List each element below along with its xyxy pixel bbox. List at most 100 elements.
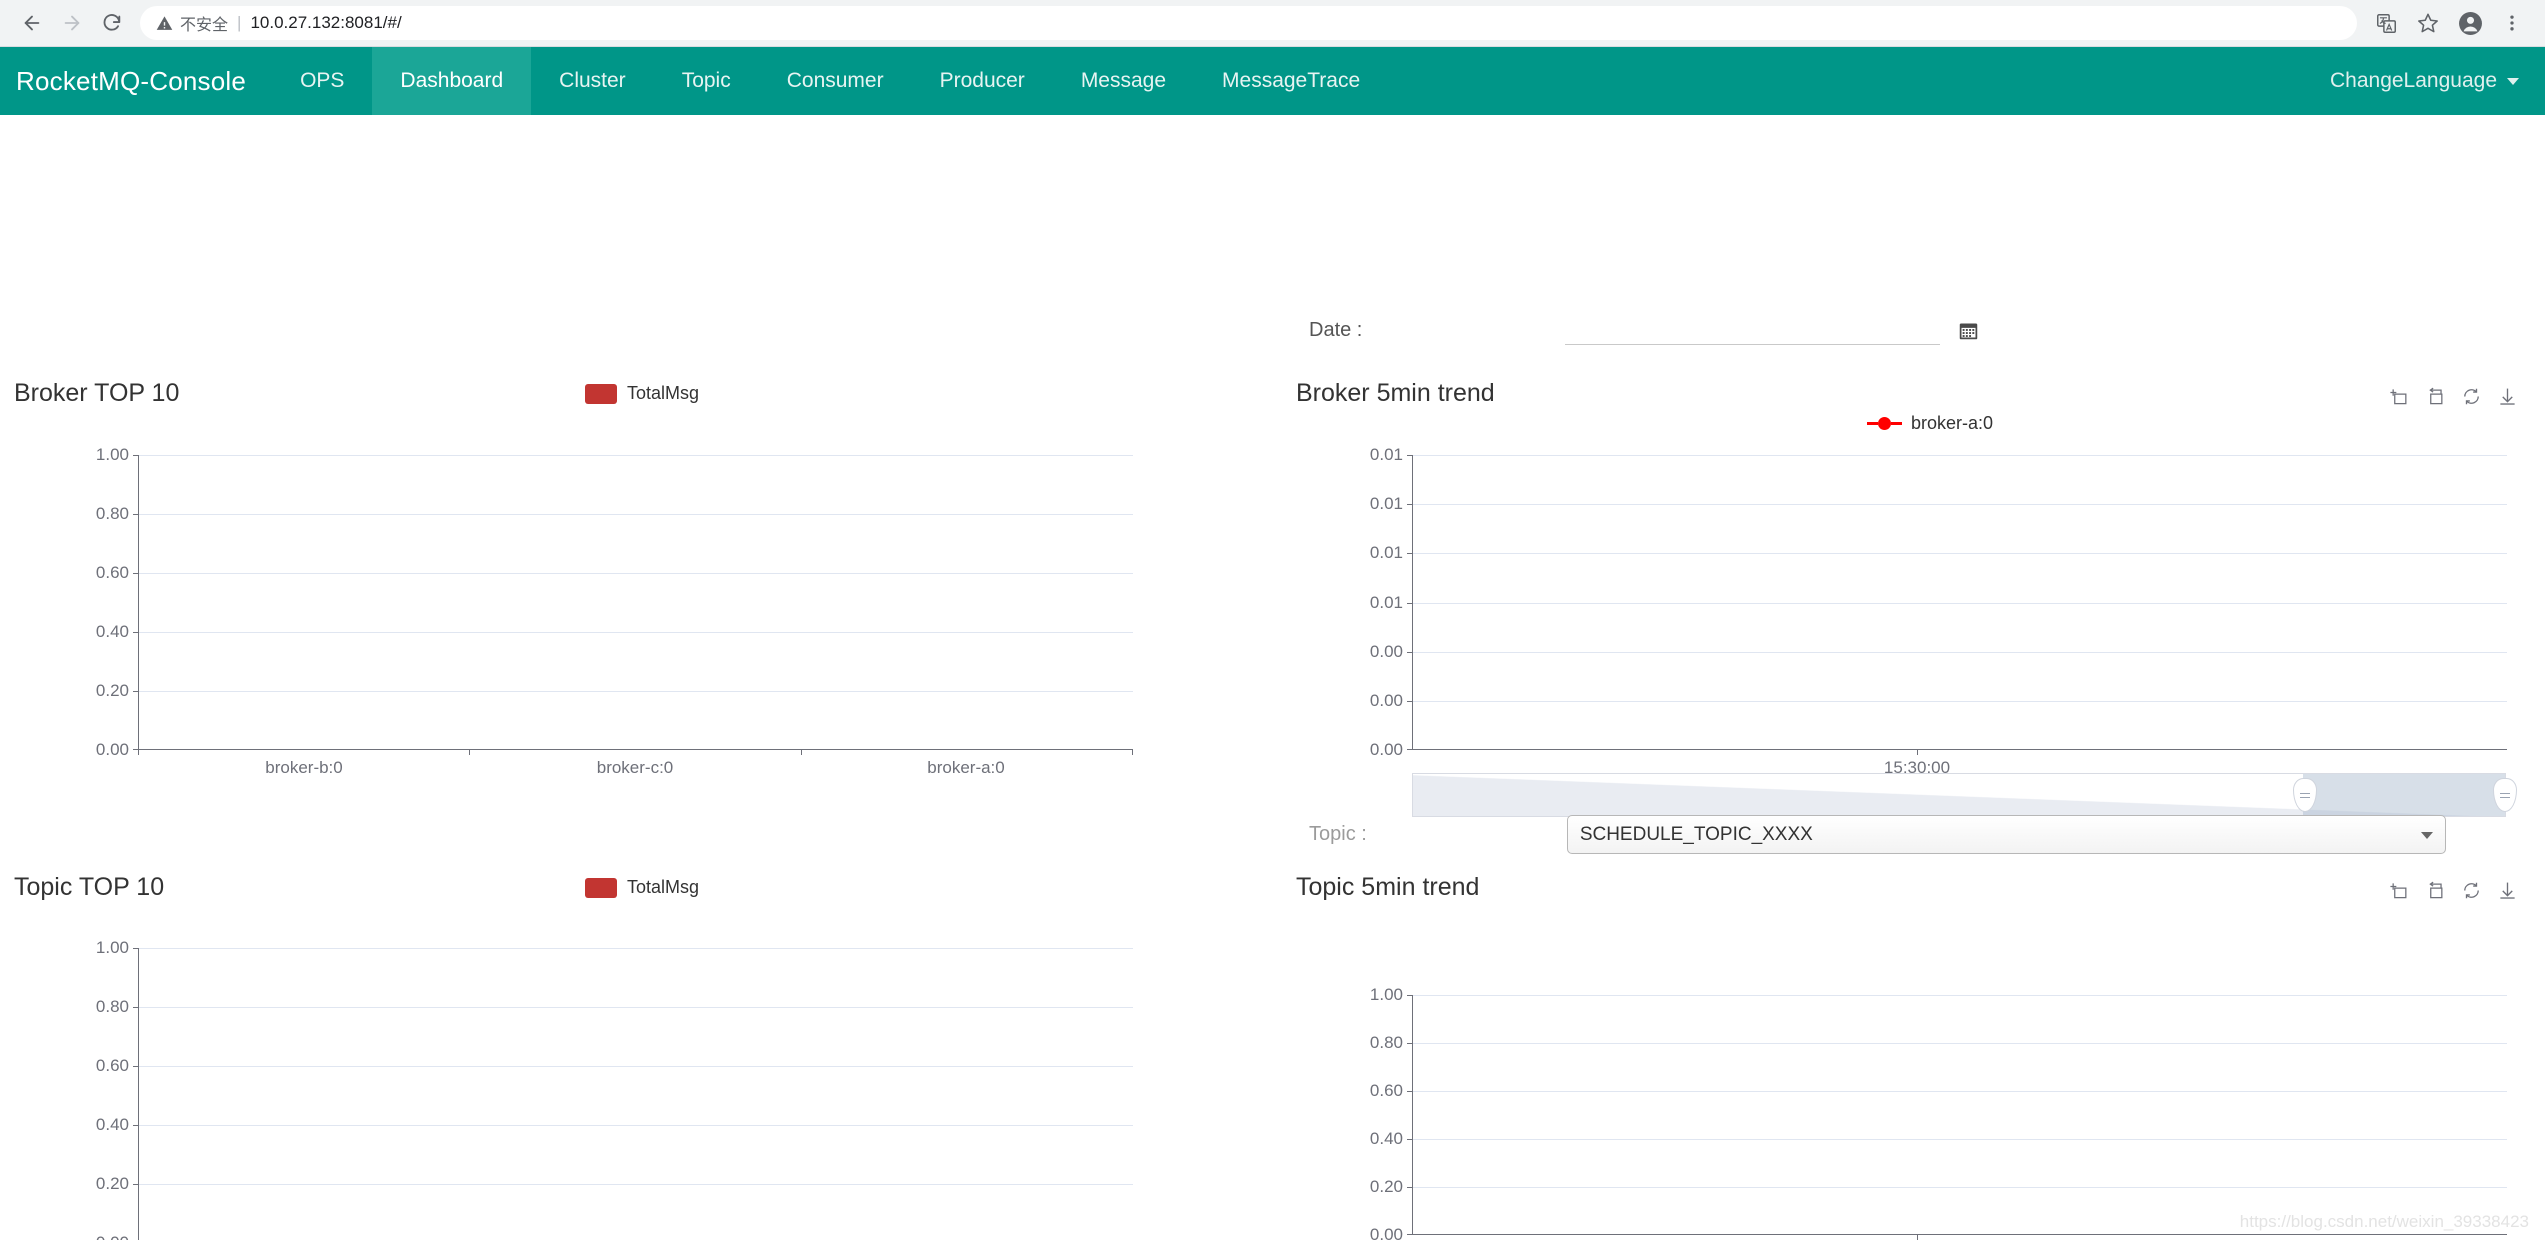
y-axis-line xyxy=(138,948,139,1240)
gridline xyxy=(138,691,1133,692)
dashboard-page: Broker TOP 10 TotalMsg 0.00 0.20 0.40 0.… xyxy=(0,115,2545,1240)
brand-logo[interactable]: RocketMQ-Console xyxy=(0,47,272,115)
gridline xyxy=(1412,995,2507,996)
ytick: 0.40 xyxy=(95,622,129,641)
gridline xyxy=(138,573,1133,574)
ytick: 0.01 xyxy=(1369,494,1403,513)
broker-top10-title: Broker TOP 10 xyxy=(14,379,180,407)
y-tick-mark xyxy=(133,1125,138,1126)
gridline xyxy=(1412,504,2507,505)
save-image-icon[interactable] xyxy=(2498,387,2517,406)
legend-line-dot-icon xyxy=(1867,417,1902,430)
y-tick-mark xyxy=(1407,701,1412,702)
data-zoom-icon[interactable] xyxy=(2390,881,2409,900)
ytick: 0.80 xyxy=(95,997,129,1016)
broker-top10-plot: 0.00 0.20 0.40 0.60 0.80 1.00 broker-b:0… xyxy=(96,445,1133,777)
data-zoom-reset-icon[interactable] xyxy=(2426,881,2445,900)
broker-5min-plot: 0.00 0.00 0.00 0.01 0.01 0.01 0.01 15:30… xyxy=(1370,445,2507,777)
xtick: broker-c:0 xyxy=(596,758,674,777)
nav-item-cluster[interactable]: Cluster xyxy=(531,47,654,115)
nav-item-dashboard[interactable]: Dashboard xyxy=(372,47,532,115)
y-tick-mark xyxy=(133,455,138,456)
gridline xyxy=(138,948,1133,949)
topic-5min-title: Topic 5min trend xyxy=(1296,873,1480,901)
ytick: 0.00 xyxy=(96,1233,129,1240)
x-axis-line xyxy=(138,749,1133,750)
gridline xyxy=(138,514,1133,515)
y-tick-mark xyxy=(133,632,138,633)
datazoom-window[interactable] xyxy=(2303,774,2505,816)
date-filter-row: Date : xyxy=(1309,315,1979,345)
profile-avatar-icon[interactable] xyxy=(2449,3,2491,43)
date-input[interactable] xyxy=(1565,315,1941,345)
browser-toolbar: 不安全 | 10.0.27.132:8081/#/ xyxy=(0,0,2545,47)
forward-arrow-icon[interactable] xyxy=(52,3,92,43)
gridline xyxy=(138,632,1133,633)
restore-icon[interactable] xyxy=(2462,387,2481,406)
gridline xyxy=(1412,701,2507,702)
change-language-dropdown[interactable]: ChangeLanguage xyxy=(2330,69,2519,93)
navbar-right: ChangeLanguage xyxy=(2330,47,2545,115)
translate-icon[interactable] xyxy=(2365,3,2407,43)
broker-5min-datazoom[interactable] xyxy=(1412,773,2517,817)
gridline xyxy=(1412,1091,2507,1092)
topic-select-wrapper[interactable]: SCHEDULE_TOPIC_XXXX xyxy=(1566,815,2446,854)
chevron-down-icon xyxy=(2507,77,2519,85)
topic-5min-toolbox xyxy=(2390,881,2517,900)
ytick: 0.00 xyxy=(1369,1225,1403,1240)
reload-icon[interactable] xyxy=(92,3,132,43)
ytick: 0.80 xyxy=(1369,1033,1403,1052)
ytick: 0.01 xyxy=(1369,593,1403,612)
save-image-icon[interactable] xyxy=(2498,881,2517,900)
star-icon[interactable] xyxy=(2407,3,2449,43)
y-tick-mark xyxy=(1407,455,1412,456)
y-tick-mark xyxy=(133,948,138,949)
y-tick-mark xyxy=(1407,995,1412,996)
y-tick-mark xyxy=(1407,652,1412,653)
y-tick-mark xyxy=(133,691,138,692)
y-tick-mark xyxy=(1407,1139,1412,1140)
omnibox[interactable]: 不安全 | 10.0.27.132:8081/#/ xyxy=(140,6,2357,40)
nav-item-ops[interactable]: OPS xyxy=(272,47,372,115)
broker-5min-legend[interactable]: broker-a:0 xyxy=(1867,413,1993,434)
y-tick-mark xyxy=(1407,603,1412,604)
calendar-icon[interactable] xyxy=(1958,320,1979,341)
y-tick-mark xyxy=(133,1184,138,1185)
nav-item-topic[interactable]: Topic xyxy=(654,47,759,115)
x-tick-mark xyxy=(138,750,139,755)
back-arrow-icon[interactable] xyxy=(12,3,52,43)
restore-icon[interactable] xyxy=(2462,881,2481,900)
y-tick-mark xyxy=(133,573,138,574)
x-tick-mark xyxy=(1917,750,1918,755)
nav-item-messagetrace[interactable]: MessageTrace xyxy=(1194,47,1388,115)
topic-label: Topic : xyxy=(1309,823,1367,845)
gridline xyxy=(1412,1043,2507,1044)
y-tick-mark xyxy=(1407,749,1412,750)
topic-filter-row: Topic : SCHEDULE_TOPIC_XXXX xyxy=(1309,815,2446,854)
topic-top10-legend[interactable]: TotalMsg xyxy=(585,877,699,898)
gridline xyxy=(1412,603,2507,604)
data-zoom-reset-icon[interactable] xyxy=(2426,387,2445,406)
data-zoom-icon[interactable] xyxy=(2390,387,2409,406)
change-language-label: ChangeLanguage xyxy=(2330,69,2497,92)
gridline xyxy=(138,1184,1133,1185)
x-tick-mark xyxy=(469,750,470,755)
ytick: 0.80 xyxy=(95,504,129,523)
nav-item-message[interactable]: Message xyxy=(1053,47,1194,115)
y-tick-mark xyxy=(1407,1187,1412,1188)
nav-item-consumer[interactable]: Consumer xyxy=(759,47,912,115)
three-dot-menu-icon[interactable] xyxy=(2491,3,2533,43)
datazoom-right-handle[interactable] xyxy=(2493,778,2517,812)
ytick: 1.00 xyxy=(95,445,129,464)
watermark-text: https://blog.csdn.net/weixin_39338423 xyxy=(2239,1212,2529,1231)
ytick: 0.60 xyxy=(95,563,129,582)
y-tick-mark xyxy=(1407,1043,1412,1044)
topic-select[interactable]: SCHEDULE_TOPIC_XXXX xyxy=(1566,815,2446,854)
broker-top10-legend[interactable]: TotalMsg xyxy=(585,383,699,404)
gridline xyxy=(1412,1187,2507,1188)
nav-item-producer[interactable]: Producer xyxy=(912,47,1053,115)
x-axis-line xyxy=(1412,1234,2507,1235)
ytick: 0.00 xyxy=(1369,740,1403,759)
gridline xyxy=(1412,1139,2507,1140)
y-axis-line xyxy=(138,455,139,750)
